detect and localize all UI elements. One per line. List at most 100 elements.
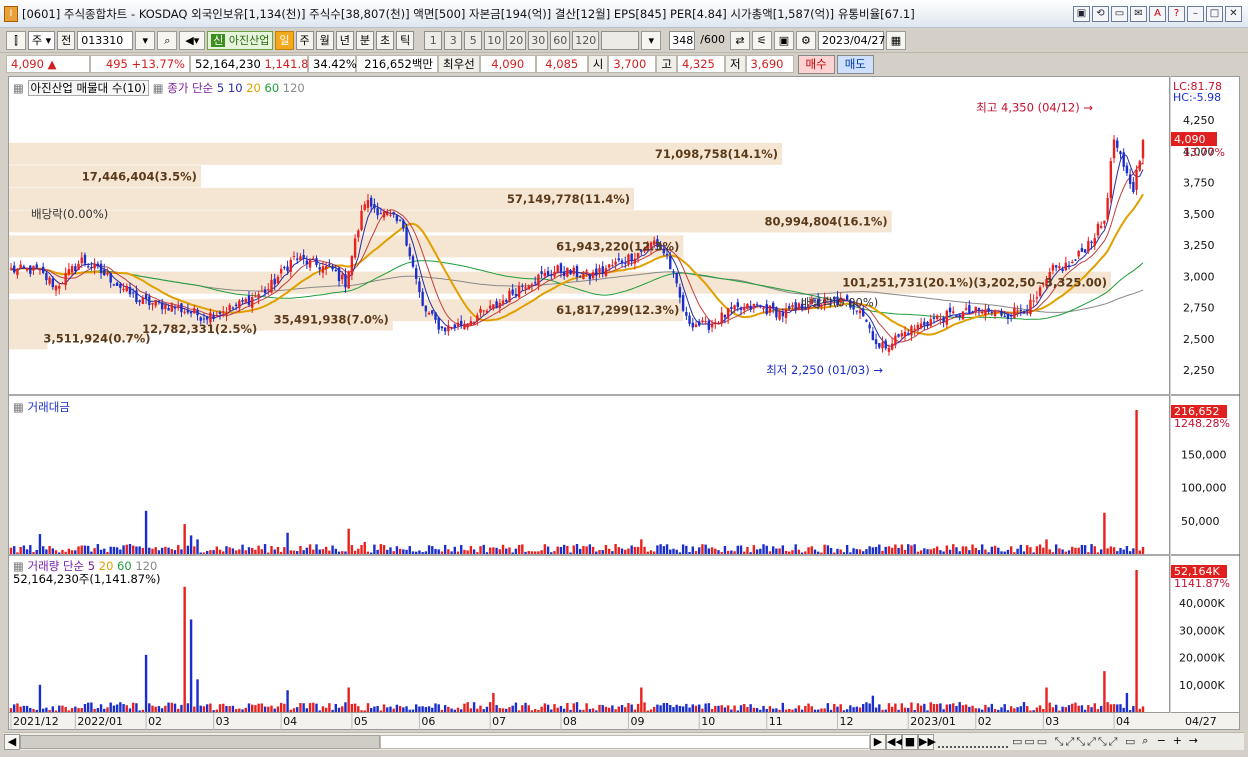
mail-icon[interactable]: ✉ (1130, 6, 1147, 22)
amount-bar (321, 549, 325, 554)
minute-10[interactable]: 10 (484, 31, 505, 50)
search-icon[interactable]: ⌕ (157, 31, 178, 50)
volume-bar (765, 709, 768, 712)
sell-button[interactable]: 매도 (836, 54, 874, 74)
candle-body (1077, 250, 1080, 257)
candle-body (579, 276, 582, 278)
swap-icon[interactable]: ⇄ (729, 31, 750, 50)
amount-bar (96, 544, 100, 554)
period-tick[interactable]: 틱 (396, 31, 415, 50)
scroll-thumb[interactable] (380, 734, 870, 749)
link-icon[interactable]: ▣ (1073, 6, 1090, 22)
volume-bar (974, 708, 977, 712)
volume-bar (286, 690, 289, 712)
candle-body (273, 278, 276, 285)
dropdown-icon[interactable]: ▾ (135, 31, 156, 50)
scroll-right-icon[interactable]: → (1185, 734, 1201, 750)
amount-bar (765, 545, 768, 554)
candle-body (607, 264, 611, 268)
amount-bar (1019, 544, 1022, 554)
play-icon[interactable]: ▶ (870, 733, 886, 750)
minute-5[interactable]: 5 (464, 31, 483, 50)
settings-icon[interactable]: ⚙ (795, 31, 816, 50)
type-select[interactable]: 주 ▾ (28, 31, 56, 50)
calendar-icon[interactable]: ▦ (885, 31, 906, 50)
close-button[interactable]: ✕ (1225, 6, 1242, 22)
rewind-icon[interactable]: ◀◀ (886, 733, 904, 750)
candle-body (1013, 307, 1016, 319)
maximize-button[interactable]: □ (1206, 6, 1223, 22)
fast-forward-icon[interactable]: ▶▶ (918, 733, 936, 750)
minute-60[interactable]: 60 (550, 31, 571, 50)
adjust-button[interactable]: 전 (57, 31, 76, 50)
amount-bar (469, 545, 473, 554)
stop-icon[interactable]: ■ (902, 733, 918, 750)
scrollbar[interactable]: ◀ ▶ ◀◀ ■ ▶▶ ▭▭▭ ⤡⤢⤡⤢⤡⤢ ▭ ⌕ − + → (4, 732, 1244, 750)
volume-bar (1032, 710, 1035, 712)
candle-body (717, 322, 720, 325)
custom-period-input[interactable] (601, 31, 640, 50)
refresh-icon[interactable]: ⟲ (1092, 6, 1109, 22)
speed-slider[interactable] (938, 736, 1008, 748)
pin-icon[interactable]: ⫿ (6, 31, 26, 50)
amount-bar (939, 550, 942, 554)
candle-body (115, 282, 119, 286)
period-month[interactable]: 월 (315, 31, 334, 50)
buy-button[interactable]: 매수 (797, 54, 835, 74)
minute-20[interactable]: 20 (506, 31, 527, 50)
minute-30[interactable]: 30 (528, 31, 549, 50)
amount-bar (373, 544, 376, 554)
count-input[interactable]: 348 (669, 31, 696, 50)
volume-bar (543, 703, 547, 712)
volume-bar (1141, 706, 1145, 712)
help-icon[interactable]: ? (1168, 6, 1185, 22)
scroll-track[interactable] (20, 734, 380, 749)
volume-bar (1093, 703, 1096, 712)
amount-bar (90, 551, 93, 554)
volume-profile-label: 17,446,404(3.5%) (82, 169, 197, 183)
minute-120[interactable]: 120 (572, 31, 600, 50)
candle-body (871, 331, 875, 341)
volume-bar (579, 709, 582, 712)
amount-bar (733, 551, 736, 554)
stock-name-badge[interactable]: 신 아진산업 (207, 31, 274, 50)
chart-tool-icons[interactable]: ▭▭▭ ⤡⤢⤡⤢⤡⤢ ▭ (1012, 735, 1137, 749)
period-second[interactable]: 초 (376, 31, 395, 50)
minute-1[interactable]: 1 (424, 31, 443, 50)
zoom-out-icon[interactable]: − (1153, 734, 1169, 750)
zoom-in-icon[interactable]: + (1169, 734, 1185, 750)
period-minute[interactable]: 분 (355, 31, 375, 50)
candle-body (22, 266, 26, 269)
scroll-left-icon[interactable]: ◀ (4, 733, 20, 750)
volume-bar (424, 707, 428, 712)
speaker-icon[interactable]: ◀▾ (179, 31, 206, 50)
code-input[interactable]: 013310 (77, 31, 134, 50)
minute-3[interactable]: 3 (444, 31, 463, 50)
zoom-icon[interactable]: ⌕ (1137, 734, 1153, 750)
date-input[interactable]: 2023/04/27 (817, 31, 885, 50)
minimize-button[interactable]: – (1187, 6, 1204, 22)
candle-body (453, 324, 456, 328)
candle-body (1003, 315, 1006, 317)
save-icon[interactable]: ▣ (773, 31, 794, 50)
amount-tick: 100,000 (1181, 482, 1227, 495)
amount-bar (836, 548, 839, 554)
candle-body (205, 316, 209, 320)
amount-bar (743, 551, 746, 554)
chart-canvas[interactable]: 3,511,924(0.7%)12,782,331(2.5%) 35,491,93… (9, 77, 1170, 713)
amount-bar (1116, 551, 1119, 554)
font-icon[interactable]: A (1149, 6, 1166, 22)
candle-body (331, 266, 334, 270)
screen-icon[interactable]: ▭ (1111, 6, 1128, 22)
period-year[interactable]: 년 (335, 31, 354, 50)
volume-bar (466, 702, 469, 712)
amount-bar (1138, 550, 1141, 554)
amount-bar (788, 551, 791, 554)
volume-bar (575, 702, 579, 712)
period-week[interactable]: 주 (295, 31, 314, 50)
period-day[interactable]: 일 (275, 31, 294, 50)
chart-tool-icon[interactable]: ⚟ (751, 31, 772, 50)
amount-bar (77, 546, 80, 554)
dropdown-icon[interactable]: ▾ (641, 31, 662, 50)
chart-area[interactable]: 3,511,924(0.7%) 12,782,331(2.5%) 35,491,93… (8, 76, 1170, 713)
